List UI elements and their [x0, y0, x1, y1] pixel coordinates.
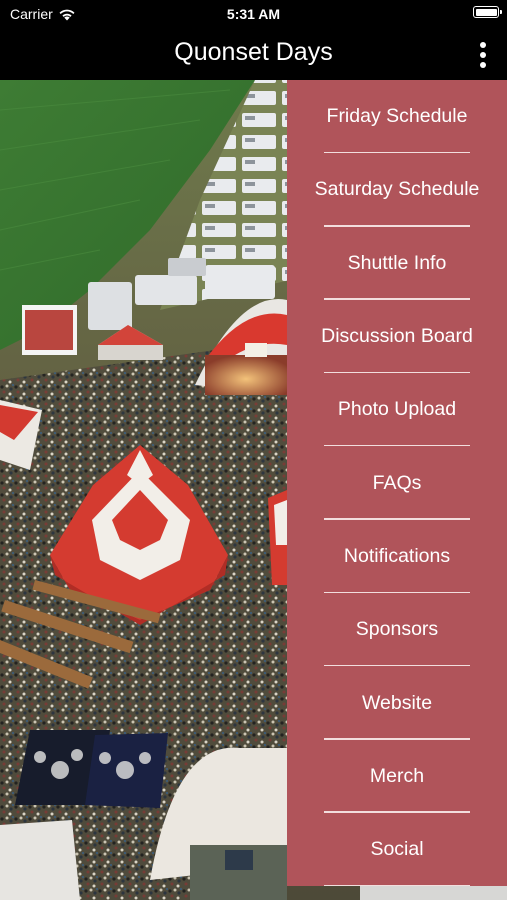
menu-item-photo-upload[interactable]: Photo Upload — [287, 373, 507, 447]
menu-item-label: Social — [370, 838, 424, 861]
app-screen: Carrier 5:31 AM Quonset Days Friday Sche… — [0, 0, 507, 900]
menu-item-label: Photo Upload — [337, 398, 457, 421]
nav-bar: Quonset Days — [0, 30, 507, 80]
menu-item-notifications[interactable]: Notifications — [287, 520, 507, 594]
page-title: Quonset Days — [174, 38, 333, 66]
menu-item-merch[interactable]: Merch — [287, 740, 507, 814]
battery-icon — [473, 6, 502, 18]
menu-item-label: Friday Schedule — [326, 105, 468, 128]
side-menu-drawer: Friday Schedule Saturday Schedule Shuttl… — [287, 80, 507, 886]
menu-item-label: Saturday Schedule — [314, 178, 480, 201]
menu-item-label: Shuttle Info — [347, 251, 447, 274]
menu-item-shuttle-info[interactable]: Shuttle Info — [287, 227, 507, 301]
status-bar: Carrier 5:31 AM — [0, 0, 507, 30]
menu-item-social[interactable]: Social — [287, 813, 507, 886]
menu-item-faqs[interactable]: FAQs — [287, 446, 507, 521]
more-vertical-icon[interactable] — [473, 40, 493, 70]
menu-item-sponsors[interactable]: Sponsors — [287, 593, 507, 667]
status-time: 5:31 AM — [226, 6, 281, 22]
menu-item-label: Discussion Board — [321, 325, 473, 348]
menu-item-label: Notifications — [343, 544, 451, 567]
menu-item-label: FAQs — [372, 471, 422, 494]
menu-item-label: Sponsors — [355, 618, 439, 641]
menu-item-saturday-schedule[interactable]: Saturday Schedule — [287, 153, 507, 227]
menu-item-label: Website — [361, 691, 433, 714]
menu-item-discussion-board[interactable]: Discussion Board — [287, 300, 507, 374]
menu-item-label: Merch — [369, 764, 425, 787]
menu-item-friday-schedule[interactable]: Friday Schedule — [287, 80, 507, 154]
menu-item-website[interactable]: Website — [287, 666, 507, 740]
